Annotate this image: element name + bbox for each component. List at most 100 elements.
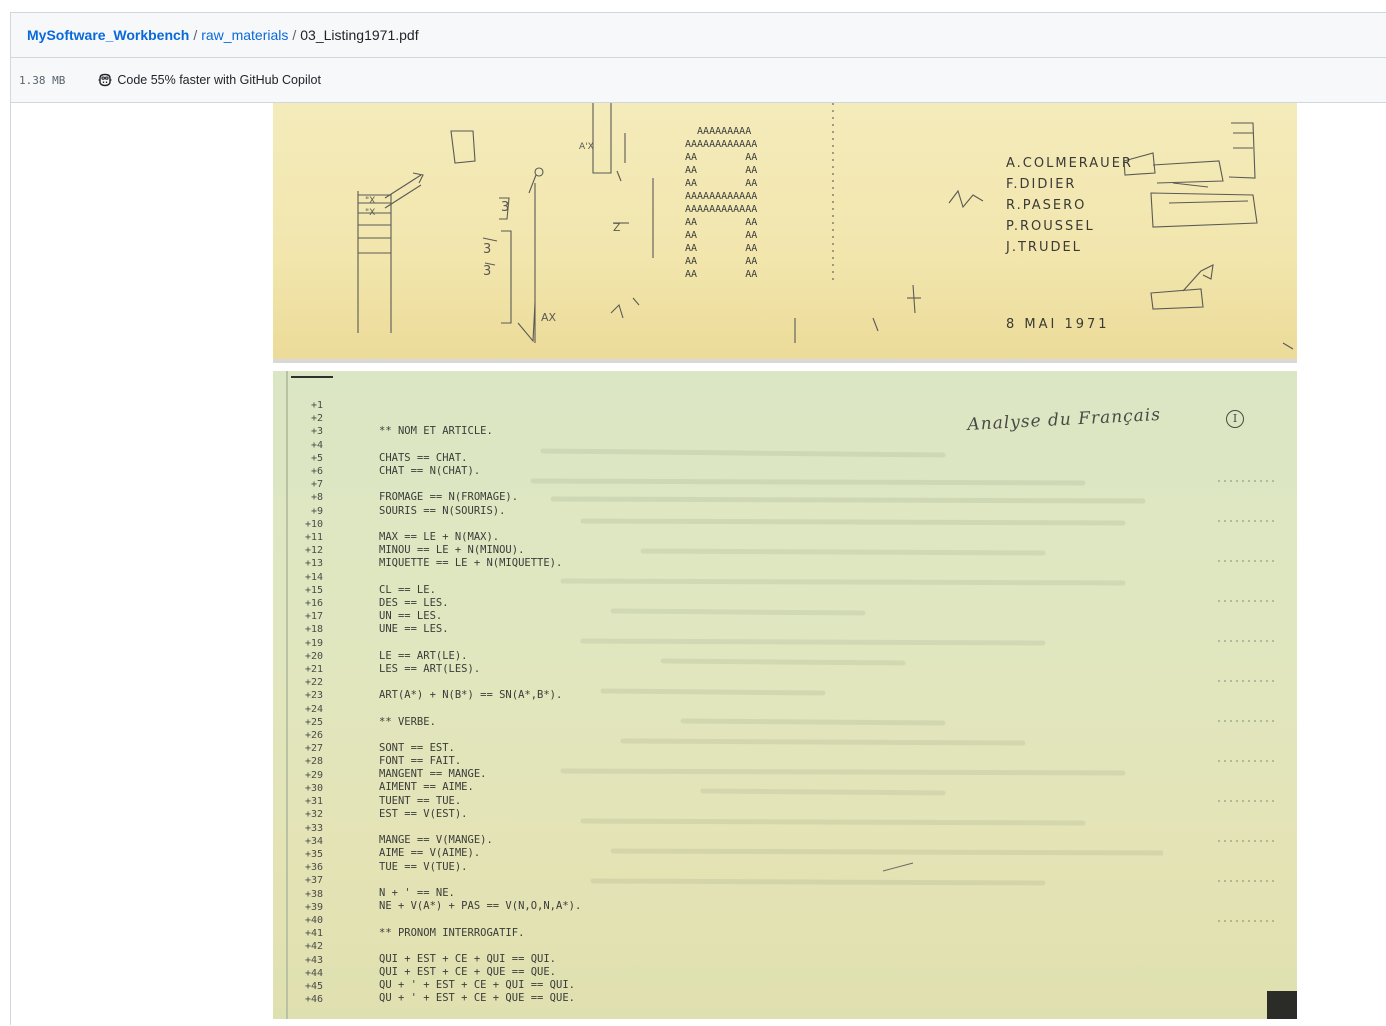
code-line: N + ' == NE. [379, 886, 455, 899]
handwritten-sketches: "X "X A'X AX Z 3 3 3 [357, 103, 1294, 350]
show-through-dots [1218, 480, 1278, 922]
document-date: 8 MAI 1971 [1006, 317, 1110, 332]
ascii-banner: AAAAAAAAA AAAAAAAAAAAA AA AA AA AA AA AA… [685, 126, 758, 280]
line-number: +4 [310, 439, 323, 451]
code-line: CHAT == N(CHAT). [379, 464, 481, 477]
svg-text:Z: Z [613, 221, 621, 234]
breadcrumb-separator: / [193, 27, 198, 43]
svg-text:3: 3 [501, 200, 509, 215]
code-line: AIMENT == AIME. [379, 781, 474, 794]
line-number: +11 [304, 532, 323, 544]
svg-text:3: 3 [483, 264, 491, 279]
line-number: +44 [304, 967, 323, 979]
code-line: FROMAGE == N(FROMAGE). [379, 491, 519, 504]
code-line: QUI + EST + CE + QUE == QUE. [379, 966, 557, 979]
program-listing: ** NOM ET ARTICLE. CHATS == CHAT. CHAT == … [379, 399, 581, 1006]
code-line: CL == LE. [379, 583, 436, 596]
line-number: +32 [304, 809, 323, 821]
code-line: CHATS == CHAT. [379, 451, 468, 464]
line-number: +5 [310, 452, 323, 464]
line-number: +3 [310, 426, 323, 438]
breadcrumb-repo-link[interactable]: MySoftware_Workbench [27, 27, 189, 43]
line-number: +10 [304, 518, 323, 530]
file-info-bar: 1.38 MB Code 55% faster with GitHub Copi… [11, 58, 1386, 103]
line-number: +7 [310, 479, 323, 491]
line-number: +16 [304, 598, 323, 610]
code-line: DES == LES. [379, 596, 449, 609]
code-line: UNE == LES. [379, 623, 449, 636]
show-through-text [530, 448, 1163, 886]
line-number: +6 [310, 466, 323, 478]
breadcrumb-folder-link[interactable]: raw_materials [201, 27, 288, 43]
pdf-viewer[interactable]: "X "X A'X AX Z 3 3 3 AAAAAAAAA AAAAAAAAAAA… [11, 103, 1386, 1026]
code-line: EST == V(EST). [379, 807, 468, 820]
line-number: +8 [310, 492, 323, 504]
line-number: +28 [304, 756, 323, 768]
line-number: +22 [304, 677, 323, 689]
code-line: MIQUETTE == LE + N(MIQUETTE). [379, 557, 563, 570]
author-name: J.TRUDEL [1006, 240, 1082, 255]
line-number: +46 [304, 994, 323, 1006]
line-number: +2 [310, 413, 323, 425]
breadcrumb-file-name: 03_Listing1971.pdf [300, 27, 419, 43]
breadcrumb: MySoftware_Workbench / raw_materials / 0… [11, 13, 1386, 58]
line-number: +27 [304, 743, 323, 755]
breadcrumb-separator: / [292, 27, 297, 43]
line-number: +34 [304, 835, 323, 847]
author-name: P.ROUSSEL [1006, 219, 1095, 234]
line-number: +33 [304, 822, 323, 834]
author-name: F.DIDIER [1006, 177, 1077, 192]
code-line: MANGE == V(MANGE). [379, 834, 493, 847]
margin-note-1: A'X [579, 142, 594, 152]
line-number: +1 [310, 400, 323, 411]
line-number: +20 [304, 650, 323, 662]
code-line: ** VERBE. [379, 715, 436, 728]
margin-note-2: AX [541, 311, 557, 324]
code-line: QUI + EST + CE + QUI == QUI. [379, 952, 557, 965]
line-number: +24 [304, 703, 323, 715]
code-line: LES == ART(LES). [379, 662, 481, 675]
code-line: FONT == FAIT. [379, 755, 462, 768]
code-line: ** PRONOM INTERROGATIF. [379, 926, 525, 939]
line-number: +42 [304, 941, 323, 953]
line-number: +36 [304, 862, 323, 874]
code-line: ** NOM ET ARTICLE. [379, 425, 493, 438]
line-number: +30 [304, 782, 323, 794]
line-number: +35 [304, 848, 323, 860]
line-number: +12 [304, 545, 323, 557]
svg-text:"X: "X [365, 196, 375, 206]
line-number: +18 [304, 624, 323, 636]
copilot-promo-link[interactable]: Code 55% faster with GitHub Copilot [97, 72, 321, 88]
code-line: TUENT == TUE. [379, 794, 462, 807]
code-line: LE == ART(LE). [379, 649, 468, 662]
line-number: +43 [304, 954, 323, 966]
code-line: AIME == V(AIME). [379, 847, 481, 860]
svg-text:"X: "X [365, 208, 375, 218]
line-number: +13 [304, 558, 323, 570]
line-number: +25 [304, 716, 323, 728]
file-size: 1.38 MB [19, 73, 66, 87]
line-number: +21 [304, 664, 323, 676]
line-number: +15 [304, 584, 323, 596]
author-list: A.COLMERAUER F.DIDIER R.PASERO P.ROUSSEL… [1006, 153, 1133, 258]
pdf-page-2: +1 +2 +3 +4 +5 +6 +7 +8 +9 +10 +11 +12 +13 +14 +15 +16 +… [273, 371, 1297, 1019]
code-line: QU + ' + EST + CE + QUI == QUI. [379, 979, 575, 992]
code-line: UN == LES. [379, 610, 443, 622]
code-line: MANGENT == MANGE. [379, 768, 487, 781]
code-line: MAX == LE + N(MAX). [379, 530, 500, 543]
line-number: +40 [304, 914, 323, 926]
code-line: QU + ' + EST + CE + QUE == QUE. [379, 992, 575, 1005]
line-number: +39 [304, 901, 323, 913]
code-line: ART(A*) + N(B*) == SN(A*,B*). [379, 689, 563, 702]
copilot-icon [98, 73, 112, 87]
